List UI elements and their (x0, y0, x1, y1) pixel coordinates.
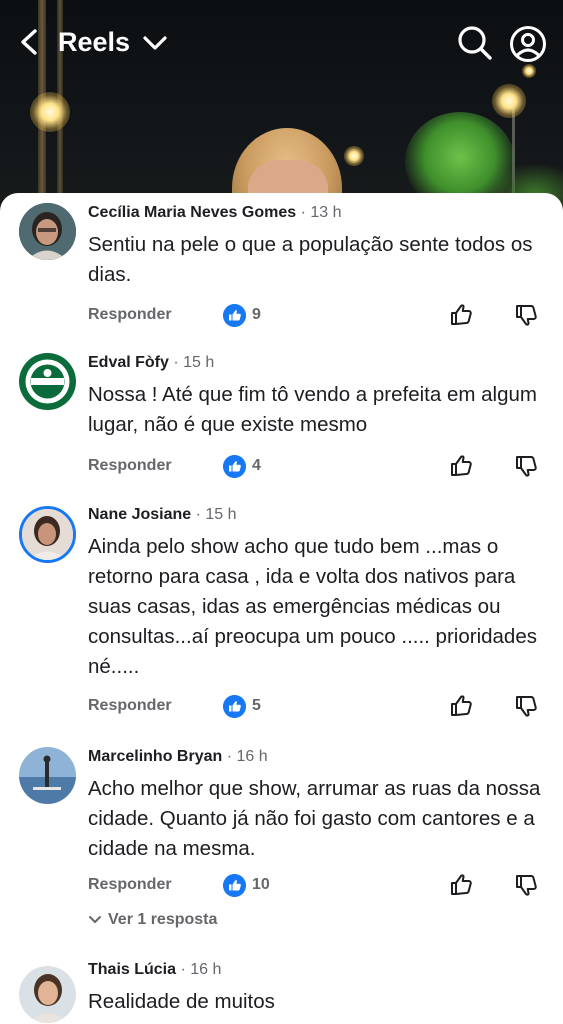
comment-time: 15 h (205, 506, 237, 523)
like-reaction-icon[interactable] (223, 874, 246, 897)
avatar[interactable] (19, 203, 76, 260)
view-replies-label: Ver 1 resposta (108, 911, 218, 928)
comment-actions: Responder 10 (0, 872, 563, 902)
comment-separator: · (195, 506, 201, 523)
comment-separator: · (180, 961, 186, 978)
chevron-down-icon[interactable] (140, 30, 170, 56)
comment-author[interactable]: Edval Fòfy (88, 354, 169, 371)
comment-separator: · (173, 354, 179, 371)
street-light (344, 146, 364, 166)
comment-text: Acho melhor que show, arrumar as ruas da… (88, 777, 541, 860)
comment-header: Nane Josiane · 15 h (88, 506, 237, 524)
avatar[interactable] (19, 747, 76, 804)
comment-text: Ainda pelo show acho que tudo bem ...mas… (88, 535, 537, 678)
comment-author[interactable]: Nane Josiane (88, 506, 191, 523)
profile-icon[interactable] (508, 24, 548, 64)
comment-header: Edval Fòfy · 15 h (88, 354, 214, 372)
avatar-photo (19, 747, 76, 804)
avatar-photo (19, 353, 76, 410)
comment-time: 13 h (310, 204, 342, 221)
thumb-down-icon[interactable] (514, 453, 540, 479)
reply-button[interactable]: Responder (88, 697, 172, 715)
like-reaction-icon[interactable] (223, 304, 246, 327)
reply-button[interactable]: Responder (88, 876, 172, 894)
comments-sheet[interactable]: Cecília Maria Neves Gomes · 13 h Sentiu … (0, 193, 563, 1024)
avatar[interactable] (19, 966, 76, 1023)
like-count: 4 (252, 457, 261, 474)
view-replies-link[interactable]: Ver 1 resposta (88, 911, 217, 929)
comment-text: Nossa ! Até que fim tô vendo a prefeita … (88, 383, 537, 436)
avatar-photo (19, 203, 76, 260)
reels-top-bar: Reels (0, 0, 563, 86)
street-light (492, 84, 526, 118)
back-arrow-icon[interactable] (17, 27, 41, 57)
comment-author[interactable]: Thais Lúcia (88, 961, 176, 978)
thumb-down-icon[interactable] (514, 872, 540, 898)
comment-separator: · (300, 204, 306, 221)
page-title[interactable]: Reels (58, 27, 130, 58)
avatar[interactable] (19, 353, 76, 410)
comment-actions: Responder 9 (0, 302, 563, 332)
like-reaction-icon[interactable] (223, 695, 246, 718)
comment-time: 16 h (236, 748, 268, 765)
comment-text: Sentiu na pele o que a população sente t… (88, 233, 533, 286)
like-count: 10 (252, 876, 270, 893)
comment-header: Cecília Maria Neves Gomes · 13 h (88, 204, 341, 222)
thumb-up-icon[interactable] (449, 453, 475, 479)
like-count: 9 (252, 306, 261, 323)
street-light (30, 92, 70, 132)
thumb-up-icon[interactable] (449, 872, 475, 898)
comment-time: 15 h (183, 354, 215, 371)
avatar-photo (19, 966, 76, 1023)
thumb-down-icon[interactable] (514, 693, 540, 719)
comment-author[interactable]: Marcelinho Bryan (88, 748, 222, 765)
comment-actions: Responder 5 (0, 693, 563, 723)
comment-separator: · (226, 748, 233, 765)
reply-button[interactable]: Responder (88, 306, 172, 324)
comment-text: Realidade de muitos (88, 990, 275, 1013)
avatar-photo (22, 509, 73, 560)
thumb-up-icon[interactable] (449, 693, 475, 719)
reply-button[interactable]: Responder (88, 457, 172, 475)
thumb-up-icon[interactable] (449, 302, 475, 328)
avatar[interactable] (19, 506, 76, 563)
comment-actions: Responder 4 (0, 453, 563, 483)
comment-time: 16 h (190, 961, 222, 978)
comment-header: Thais Lúcia · 16 h (88, 961, 221, 979)
chevron-down-icon (89, 915, 101, 923)
like-count: 5 (252, 697, 261, 714)
thumb-down-icon[interactable] (514, 302, 540, 328)
like-reaction-icon[interactable] (223, 455, 246, 478)
comment-header: Marcelinho Bryan · 16 h (88, 748, 268, 766)
comment-author[interactable]: Cecília Maria Neves Gomes (88, 204, 296, 221)
search-icon[interactable] (456, 24, 494, 62)
